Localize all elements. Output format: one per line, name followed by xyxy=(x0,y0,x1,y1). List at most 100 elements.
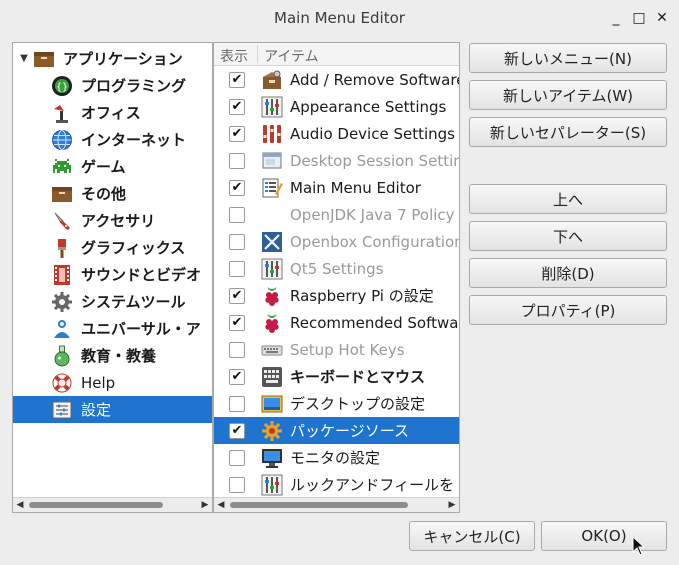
new-item-button[interactable]: 新しいアイテム(W) xyxy=(469,80,667,110)
tree-item[interactable]: その他 xyxy=(13,180,212,207)
menu-item-label: Openbox Configuration xyxy=(290,232,460,251)
move-down-button[interactable]: 下へ xyxy=(469,221,667,251)
move-up-button[interactable]: 上へ xyxy=(469,184,667,214)
scroll-right-icon[interactable]: ▶ xyxy=(199,499,211,511)
tree-item[interactable]: ユニバーサル・ア xyxy=(13,315,212,342)
scroll-thumb[interactable] xyxy=(29,502,163,508)
menu-item-row[interactable]: Setup Hot Keys xyxy=(214,336,459,363)
raspberry-icon xyxy=(261,312,283,334)
tree-item-label: プログラミング xyxy=(81,77,187,95)
tree-item[interactable]: {} プログラミング xyxy=(13,72,212,99)
show-checkbox[interactable]: ✔ xyxy=(229,368,245,385)
scroll-right-icon[interactable]: ▶ xyxy=(446,499,458,511)
column-header-item[interactable]: アイテム xyxy=(264,46,319,66)
folder-icon xyxy=(51,183,73,205)
properties-button[interactable]: プロパティ(P) xyxy=(469,295,667,325)
scroll-thumb[interactable] xyxy=(230,502,408,508)
show-checkbox[interactable]: ✔ xyxy=(229,287,245,304)
tree-item[interactable]: オフィス xyxy=(13,99,212,126)
tree-root-applications[interactable]: ▼ アプリケーション xyxy=(13,45,212,72)
menu-item-row[interactable]: ✔ Audio Device Settings xyxy=(214,120,459,147)
show-checkbox[interactable]: ✔ xyxy=(229,422,245,439)
tree-item[interactable]: 教育・教養 xyxy=(13,342,212,369)
openbox-icon xyxy=(261,231,283,253)
menu-item-row[interactable]: Openbox Configuration xyxy=(214,228,459,255)
menu-item-row[interactable]: ✔ パッケージソース xyxy=(214,417,459,444)
tree-horizontal-scrollbar[interactable]: ◀ ▶ xyxy=(13,497,212,512)
minimize-button[interactable]: _ xyxy=(606,8,626,28)
menu-item-row[interactable]: Desktop Session Settings xyxy=(214,147,459,174)
office-icon xyxy=(51,102,73,124)
column-header-show[interactable]: 表示 xyxy=(220,46,248,66)
ok-button[interactable]: OK(O) xyxy=(541,521,667,551)
tree-item[interactable]: 設定 xyxy=(13,396,212,423)
show-checkbox[interactable]: ✔ xyxy=(229,179,245,196)
tree-item-label: アクセサリ xyxy=(81,212,156,230)
menu-item-row[interactable]: ✔ Raspberry Pi の設定 xyxy=(214,282,459,309)
menu-item-label: Appearance Settings xyxy=(290,97,447,116)
menu-item-row[interactable]: ルックアンドフィールを xyxy=(214,471,459,498)
menu-item-row[interactable]: ✔ Recommended Software xyxy=(214,309,459,336)
keyboard-mouse-icon xyxy=(261,366,283,388)
tree-item[interactable]: ゲーム xyxy=(13,153,212,180)
new-menu-button[interactable]: 新しいメニュー(N) xyxy=(469,43,667,73)
film-icon xyxy=(51,264,73,286)
menu-item-row[interactable]: ✔ Appearance Settings xyxy=(214,93,459,120)
show-checkbox[interactable] xyxy=(229,341,245,358)
menu-editor-icon xyxy=(261,177,283,199)
folder-icon xyxy=(33,48,55,70)
keyboard-icon xyxy=(261,339,283,361)
show-checkbox[interactable] xyxy=(229,260,245,277)
menu-item-row[interactable]: Qt5 Settings xyxy=(214,255,459,282)
show-checkbox[interactable] xyxy=(229,206,245,223)
sliders-icon xyxy=(261,96,283,118)
menu-item-row[interactable]: OpenJDK Java 7 Policy xyxy=(214,201,459,228)
tree-item[interactable]: アクセサリ xyxy=(13,207,212,234)
tree-item[interactable]: グラフィックス xyxy=(13,234,212,261)
expand-arrow-icon[interactable]: ▼ xyxy=(15,53,33,64)
programming-icon: {} xyxy=(51,75,73,97)
globe-icon xyxy=(51,129,73,151)
cancel-button[interactable]: キャンセル(C) xyxy=(409,521,535,551)
menu-item-row[interactable]: ✔ キーボードとマウス xyxy=(214,363,459,390)
close-button[interactable]: ✕ xyxy=(652,8,672,28)
menu-item-row[interactable]: ✔ Main Menu Editor xyxy=(214,174,459,201)
show-checkbox[interactable]: ✔ xyxy=(229,98,245,115)
menu-item-row[interactable]: ✔ Add / Remove Software xyxy=(214,66,459,93)
mouse-pointer-icon xyxy=(632,536,646,556)
maximize-button[interactable]: □ xyxy=(629,8,649,28)
menu-item-label: キーボードとマウス xyxy=(290,368,426,386)
show-checkbox[interactable] xyxy=(229,233,245,250)
show-checkbox[interactable] xyxy=(229,476,245,493)
menu-tree[interactable]: ▼ アプリケーション {} プログラミングオフィスインターネットゲーム その他アクセ… xyxy=(12,42,213,513)
package-source-icon xyxy=(261,420,283,442)
menu-item-row[interactable]: デスクトップの設定 xyxy=(214,390,459,417)
show-checkbox[interactable] xyxy=(229,152,245,169)
show-checkbox[interactable]: ✔ xyxy=(229,71,245,88)
tree-item[interactable]: インターネット xyxy=(13,126,212,153)
show-checkbox[interactable] xyxy=(229,395,245,412)
menu-item-row[interactable]: モニタの設定 xyxy=(214,444,459,471)
menu-item-label: ルックアンドフィールを xyxy=(290,476,455,494)
tree-item-label: インターネット xyxy=(81,131,187,149)
items-horizontal-scrollbar[interactable]: ◀ ▶ xyxy=(214,497,459,512)
scroll-left-icon[interactable]: ◀ xyxy=(14,499,26,511)
lifebuoy-icon xyxy=(51,372,73,394)
tree-item[interactable]: Help xyxy=(13,369,212,396)
show-checkbox[interactable] xyxy=(229,449,245,466)
brush-icon xyxy=(51,237,73,259)
tree-item[interactable]: システムツール xyxy=(13,288,212,315)
settings-icon xyxy=(51,399,73,421)
show-checkbox[interactable]: ✔ xyxy=(229,125,245,142)
menu-items-list[interactable]: 表示 アイテム ✔ Add / Remove Software ✔ Appearanc… xyxy=(213,42,460,513)
show-checkbox[interactable]: ✔ xyxy=(229,314,245,331)
tree-item[interactable]: サウンドとビデオ xyxy=(13,261,212,288)
scroll-left-icon[interactable]: ◀ xyxy=(215,499,227,511)
delete-button[interactable]: 削除(D) xyxy=(469,258,667,288)
window-icon xyxy=(261,150,283,172)
new-separator-button[interactable]: 新しいセパレーター(S) xyxy=(469,117,667,147)
menu-item-label: Desktop Session Settings xyxy=(290,151,459,170)
tree-item-label: 設定 xyxy=(81,401,112,419)
menu-item-label: モニタの設定 xyxy=(290,449,381,467)
audio-sliders-icon xyxy=(261,123,283,145)
